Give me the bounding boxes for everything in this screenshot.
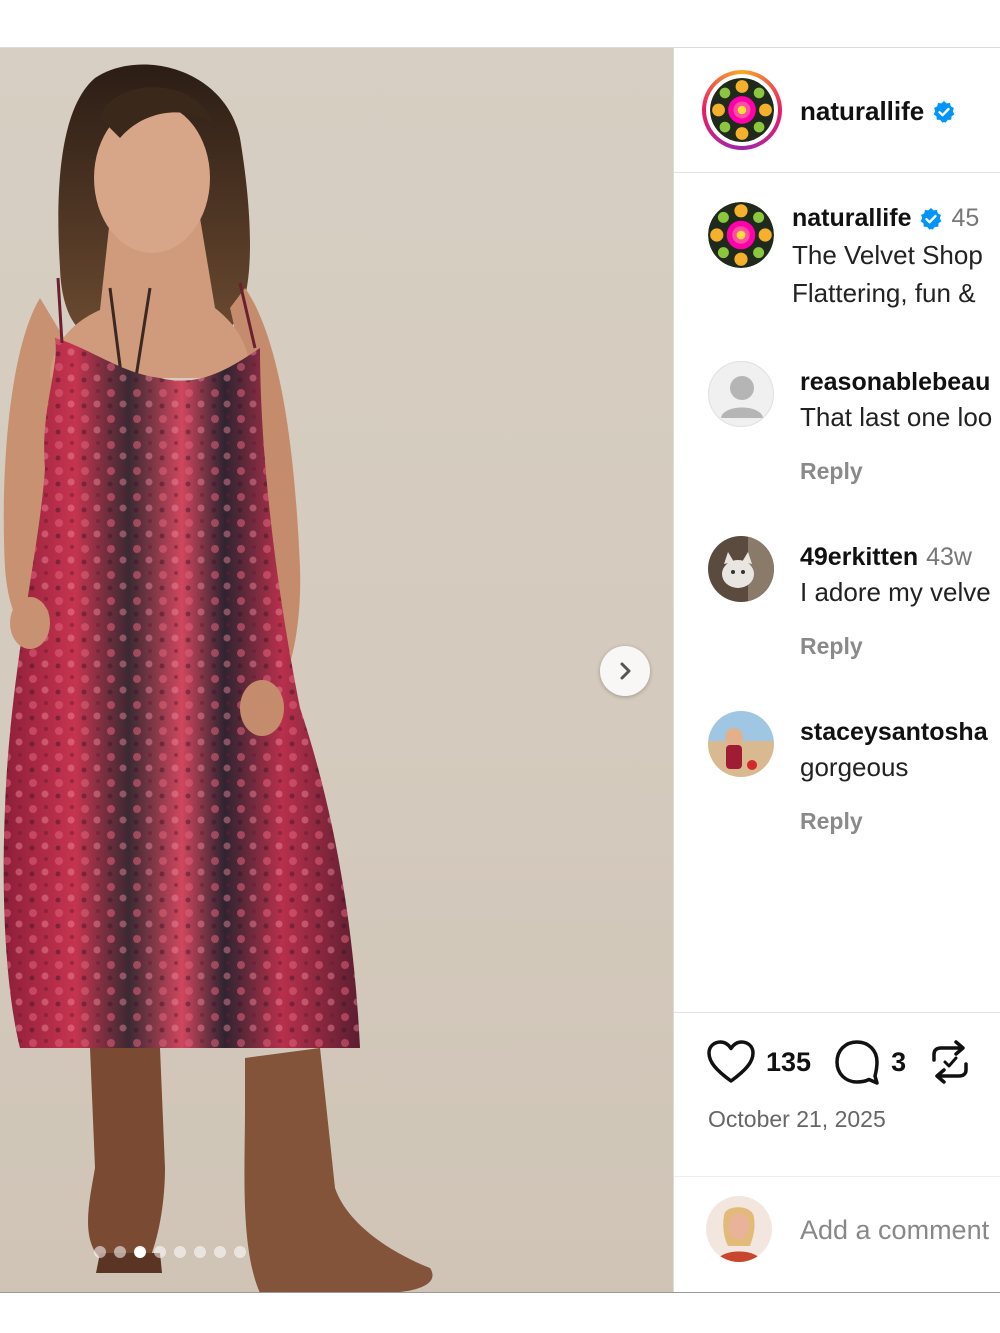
bottom-border [0,1292,1000,1293]
comment-bubble-icon [835,1040,879,1085]
comment-username: 49erkitten 43w [800,543,972,572]
repost-icon [932,1040,968,1084]
comment-username-text[interactable]: staceysantosha [800,718,988,747]
comment-avatar[interactable] [708,711,774,777]
add-comment-input[interactable] [800,1208,1000,1252]
like-button[interactable]: 135 [706,1039,811,1085]
user-photo-avatar [706,1196,772,1262]
add-comment-divider [674,1176,1000,1177]
comment-button[interactable]: 3 [833,1038,906,1086]
comment-text: That last one loo [800,402,993,432]
comment-item: reasonablebeau That last one loo Reply [674,358,1000,508]
caption-line-2: Flattering, fun & [792,278,976,308]
like-count: 135 [766,1046,812,1077]
comment-avatar[interactable] [708,361,774,427]
verified-badge-icon [933,100,955,123]
comment-text: I adore my velve [800,577,991,607]
caption-avatar[interactable] [708,202,774,268]
caption-username: naturallife 45 [792,204,979,233]
naturallife-logo-icon [710,78,774,142]
cat-avatar [708,536,774,602]
comment-avatar[interactable] [708,536,774,602]
naturallife-logo-icon [708,202,774,268]
account-avatar[interactable] [702,70,782,150]
post-details-panel: naturallife naturallife 45 The Velvet Sh… [674,48,1000,1292]
current-user-avatar [706,1196,772,1262]
actions-divider [674,1012,1000,1013]
heart-icon [707,1040,755,1083]
post-photo [3,64,433,1292]
beach-avatar [708,711,774,777]
carousel-dot [194,1246,206,1258]
comment-username[interactable]: reasonablebeau [800,368,990,397]
carousel-dot [214,1246,226,1258]
post-date: October 21, 2025 [708,1106,886,1132]
carousel-dot [154,1246,166,1258]
post-caption: naturallife 45 The Velvet Shop Flatterin… [674,198,1000,338]
post-actions: 135 3 [706,1038,994,1086]
reply-button[interactable]: Reply [800,633,863,660]
comment-count: 3 [891,1046,907,1077]
caption-username-text[interactable]: naturallife [792,204,911,233]
post-header: naturallife [674,48,1000,173]
reply-button[interactable]: Reply [800,458,863,485]
comment-item: 49erkitten 43w I adore my velve Reply [674,533,1000,683]
comment-text: gorgeous [800,752,909,782]
caption-line-1: The Velvet Shop [792,240,983,270]
account-username[interactable]: naturallife [800,96,956,127]
comment-item: staceysantosha gorgeous Reply [674,708,1000,858]
carousel-dot [94,1246,106,1258]
carousel-dot [114,1246,126,1258]
verified-badge-icon [921,207,942,230]
repost-button[interactable] [928,1038,972,1086]
default-avatar-icon [721,376,763,418]
carousel-dot-active [134,1246,146,1258]
comment-time: 43w [926,543,972,571]
account-username-text[interactable]: naturallife [800,96,924,127]
carousel-dot [234,1246,246,1258]
comment-username-text[interactable]: reasonablebeau [800,368,990,397]
carousel-dot [174,1246,186,1258]
reply-button[interactable]: Reply [800,808,863,835]
carousel-indicator [94,1246,246,1258]
comment-username[interactable]: staceysantosha [800,718,988,747]
chevron-right-icon [620,662,631,680]
caption-time: 45 [951,204,980,232]
comment-username-text[interactable]: 49erkitten [800,543,918,572]
post-media-carousel[interactable] [0,48,673,1292]
carousel-next-button[interactable] [600,646,650,696]
